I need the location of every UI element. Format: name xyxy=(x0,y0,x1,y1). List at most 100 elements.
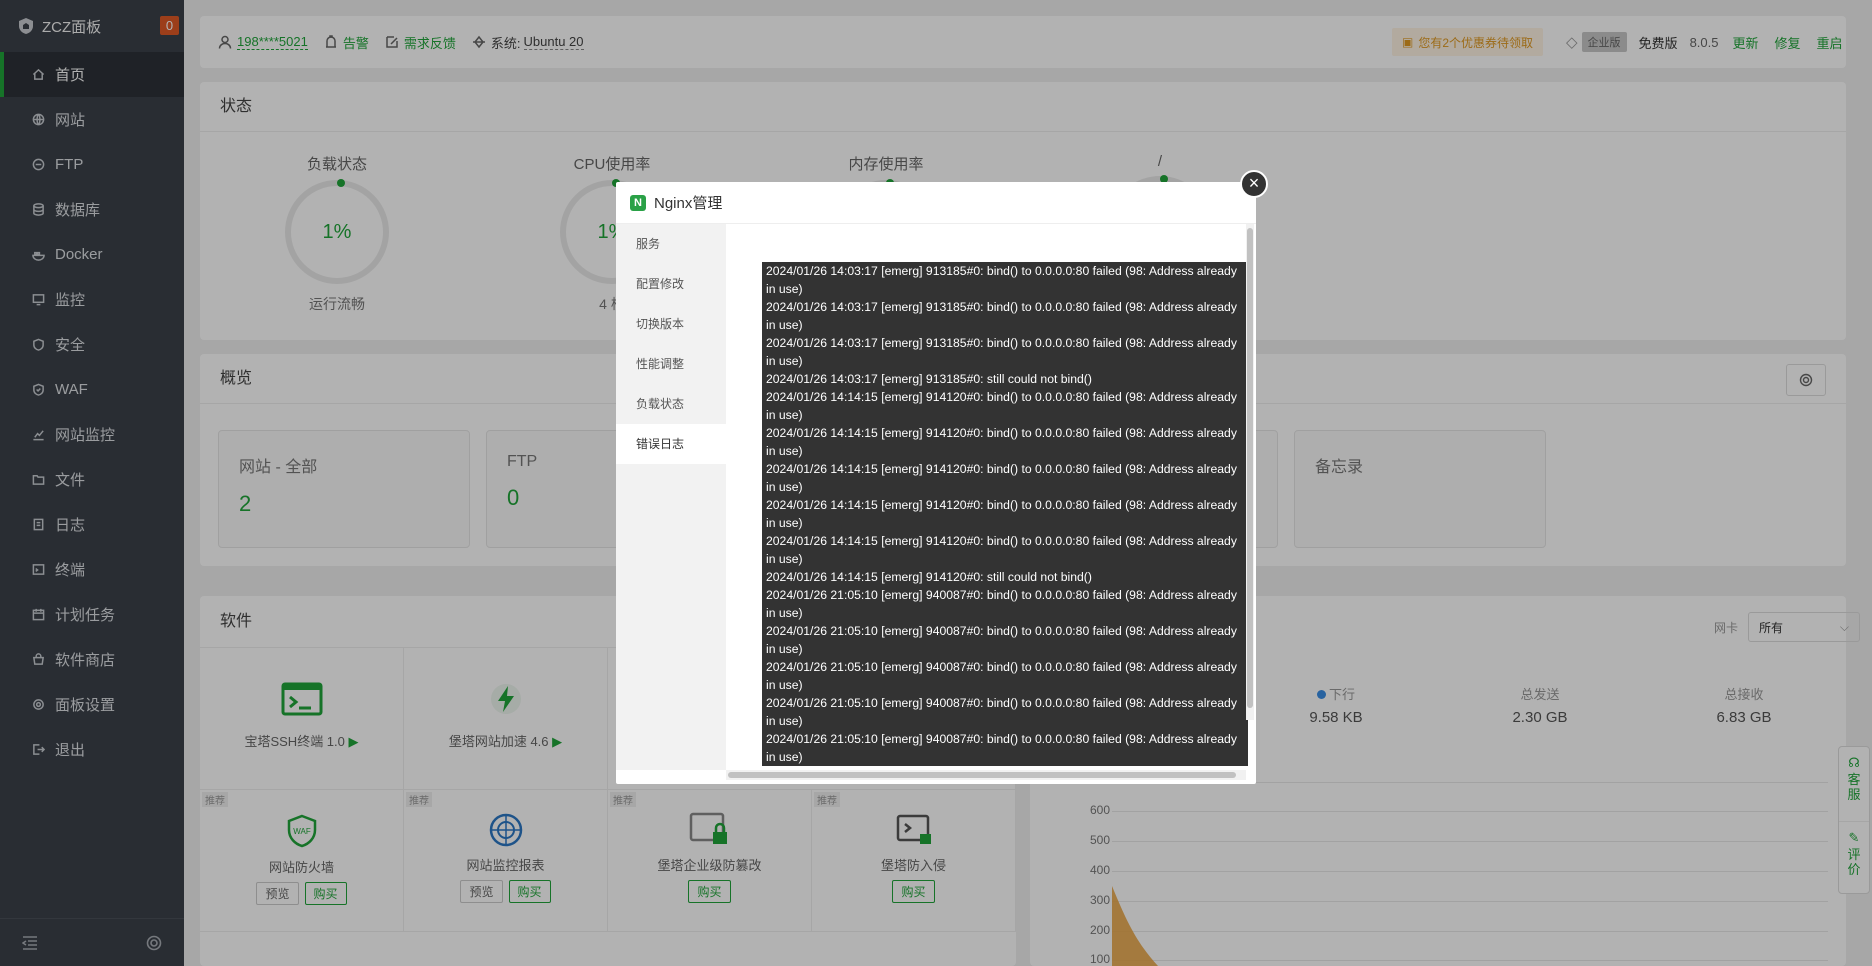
scroll-thumb[interactable] xyxy=(728,772,1236,778)
chart-icon xyxy=(30,427,46,443)
sidebar-footer xyxy=(0,918,184,966)
nic-select[interactable]: 所有 ⌵ xyxy=(1748,612,1861,642)
software-rec-item[interactable]: 推荐 网站监控报表 预览 购买 xyxy=(404,790,608,932)
restart-button[interactable]: 重启 xyxy=(1817,33,1843,52)
docker-icon xyxy=(30,247,46,263)
customer-service-button[interactable]: ☊ 客服 xyxy=(1839,747,1869,821)
buy-button[interactable]: 购买 xyxy=(892,880,935,903)
buy-button[interactable]: 购买 xyxy=(304,882,347,905)
recommend-tag: 推荐 xyxy=(814,792,840,807)
sidebar-item-label: 网站监控 xyxy=(55,427,116,444)
nic-select-value: 所有 xyxy=(1759,620,1784,635)
settings-icon[interactable] xyxy=(146,935,162,951)
software-item[interactable]: 宝塔SSH终端 1.0 ▶ xyxy=(200,648,404,790)
sidebar-item[interactable]: 首页 xyxy=(0,52,184,97)
preview-button[interactable]: 预览 xyxy=(256,882,299,905)
user-info[interactable]: 198****5021 xyxy=(218,34,308,50)
y-tick: 100 xyxy=(1089,952,1110,966)
buy-button[interactable]: 购买 xyxy=(688,880,731,903)
traffic-area-series xyxy=(1112,886,1158,966)
modal-menu: 服务 配置修改 切换版本 性能调整 负载状态 错误日志 xyxy=(616,224,726,770)
sidebar-item-label: 计划任务 xyxy=(55,607,116,624)
sidebar-item[interactable]: 退出 xyxy=(0,727,184,772)
down-value: 9.58 KB xyxy=(1309,709,1363,726)
horizontal-scrollbar[interactable] xyxy=(726,770,1246,780)
coupon-banner[interactable]: ▣ 您有2个优惠券待领取 xyxy=(1392,28,1544,56)
sidebar-item[interactable]: 终端 xyxy=(0,547,184,592)
review-label: 评价 xyxy=(1847,847,1861,877)
log-line: 2024/01/26 21:05:10 [emerg] 940087#0: bi… xyxy=(766,696,1237,728)
user-account-link[interactable]: 198****5021 xyxy=(237,34,308,50)
sidebar-item-label: 首页 xyxy=(55,67,86,84)
load-gauge[interactable]: 负载状态 1% 运行流畅 xyxy=(277,153,397,314)
home-icon xyxy=(30,67,46,83)
menu-item-error-log[interactable]: 错误日志 xyxy=(616,424,726,464)
sidebar-item[interactable]: 面板设置 xyxy=(0,682,184,727)
modal-header: N Nginx管理 xyxy=(616,182,1256,224)
menu-item-service[interactable]: 服务 xyxy=(616,224,726,264)
enterprise-badge[interactable]: 企业版 xyxy=(1581,32,1627,52)
notification-count-badge[interactable]: 0 xyxy=(160,16,179,35)
play-icon[interactable]: ▶ xyxy=(349,734,359,749)
log-line: 2024/01/26 21:05:10 [emerg] 940087#0: bi… xyxy=(766,660,1237,692)
log-line: 2024/01/26 14:03:17 [emerg] 913185#0: bi… xyxy=(766,264,1237,296)
menu-item-performance[interactable]: 性能调整 xyxy=(616,344,726,384)
review-button[interactable]: ✎ 评价 xyxy=(1839,821,1869,895)
play-icon[interactable]: ▶ xyxy=(552,734,562,749)
sidebar-item[interactable]: 数据库 xyxy=(0,187,184,232)
alarm-label: 告警 xyxy=(342,35,369,51)
menu-item-version[interactable]: 切换版本 xyxy=(616,304,726,344)
software-item[interactable]: 堡塔网站加速 4.6 ▶ xyxy=(404,648,608,790)
calendar-icon xyxy=(30,607,46,623)
y-tick: 200 xyxy=(1089,923,1110,937)
sidebar-item-label: 面板设置 xyxy=(55,697,116,714)
repair-button[interactable]: 修复 xyxy=(1775,33,1801,52)
svg-text:WAF: WAF xyxy=(293,827,311,836)
sidebar-item[interactable]: WAF xyxy=(0,367,184,412)
card-value[interactable]: 2 xyxy=(239,491,449,517)
sidebar-item[interactable]: FTP xyxy=(0,142,184,187)
close-modal-button[interactable]: × xyxy=(1240,170,1268,198)
sidebar-item[interactable]: 网站 xyxy=(0,97,184,142)
buy-button[interactable]: 购买 xyxy=(508,880,551,903)
vertical-scrollbar[interactable] xyxy=(1246,224,1254,720)
grid-line xyxy=(1112,931,1828,932)
sidebar-item-label: 数据库 xyxy=(55,202,101,219)
feedback-label: 需求反馈 xyxy=(403,35,456,51)
sent-stat: 总发送 2.30 GB xyxy=(1480,684,1600,726)
sidebar-item-label: 日志 xyxy=(55,517,86,534)
sidebar-item[interactable]: 网站监控 xyxy=(0,412,184,457)
sidebar-item[interactable]: Docker xyxy=(0,232,184,277)
sidebar-item[interactable]: 安全 xyxy=(0,322,184,367)
sidebar-item[interactable]: 软件商店 xyxy=(0,637,184,682)
feedback-link[interactable]: 需求反馈 xyxy=(385,33,456,52)
waf-icon xyxy=(30,382,46,398)
sidebar-item[interactable]: 文件 xyxy=(0,457,184,502)
software-rec-item[interactable]: 推荐 堡塔企业级防篡改 购买 xyxy=(608,790,812,932)
collapse-menu-icon[interactable] xyxy=(22,935,38,950)
alarm-link[interactable]: 告警 xyxy=(324,33,369,52)
gear-icon xyxy=(1799,373,1813,387)
sidebar-item[interactable]: 计划任务 xyxy=(0,592,184,637)
y-tick: 500 xyxy=(1089,833,1110,847)
service-label: 客服 xyxy=(1847,772,1861,802)
software-rec-item[interactable]: 推荐 WAF 网站防火墙 预览 购买 xyxy=(200,790,404,932)
preview-button[interactable]: 预览 xyxy=(460,880,503,903)
sidebar-item[interactable]: 监控 xyxy=(0,277,184,322)
sidebar-item-label: 网站 xyxy=(55,112,86,129)
menu-item-config[interactable]: 配置修改 xyxy=(616,264,726,304)
top-header: 198****5021 告警 需求反馈 系统: Ubuntu 20 ▣ 您有2个… xyxy=(200,16,1846,68)
overview-card-sites[interactable]: 网站 - 全部 2 xyxy=(218,430,470,548)
gauge-label: 负载状态 xyxy=(306,156,367,173)
update-button[interactable]: 更新 xyxy=(1732,33,1758,52)
software-rec-item[interactable]: 推荐 堡塔防入侵 购买 xyxy=(812,790,1016,932)
menu-item-load[interactable]: 负载状态 xyxy=(616,384,726,424)
software-name: 网站防火墙 xyxy=(268,860,334,875)
scroll-thumb[interactable] xyxy=(1247,228,1253,708)
intrusion-icon xyxy=(896,814,931,844)
sidebar-item[interactable]: 日志 xyxy=(0,502,184,547)
error-log-textarea[interactable]: 2024/01/26 14:03:17 [emerg] 913185#0: bi… xyxy=(762,262,1248,766)
overview-settings-button[interactable] xyxy=(1786,364,1826,396)
y-tick: 600 xyxy=(1089,803,1110,817)
overview-card-memo[interactable]: 备忘录 xyxy=(1294,430,1546,548)
